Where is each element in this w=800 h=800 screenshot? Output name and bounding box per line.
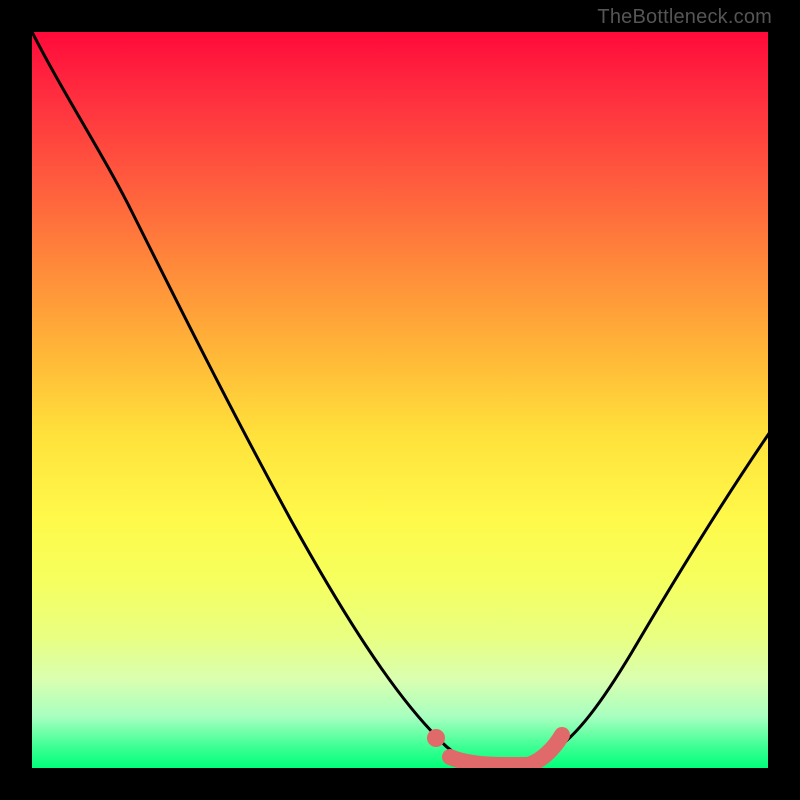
chart-svg bbox=[32, 32, 768, 768]
main-curve bbox=[32, 32, 768, 764]
plot-area bbox=[32, 32, 768, 768]
attribution-label: TheBottleneck.com bbox=[597, 6, 772, 29]
chart-frame: TheBottleneck.com bbox=[0, 0, 800, 800]
highlight-marker bbox=[427, 729, 445, 747]
highlight-segment bbox=[450, 735, 562, 765]
